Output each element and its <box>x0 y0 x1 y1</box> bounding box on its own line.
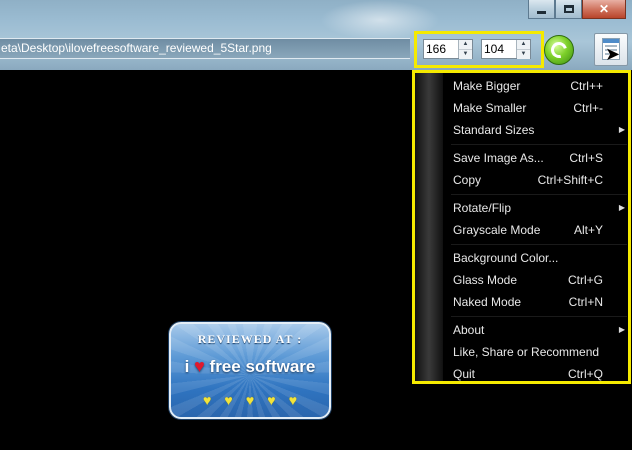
maximize-icon <box>563 5 574 13</box>
menu-separator <box>451 144 627 145</box>
page-header-strip <box>603 39 619 43</box>
menu-item-shortcut: Ctrl+N <box>568 295 603 309</box>
app-window: ✕ eta\Desktop\ilovefreesoftware_reviewed… <box>0 0 632 450</box>
menu-item-shortcut: Ctrl+S <box>569 151 603 165</box>
menu-item-label: Glass Mode <box>453 273 518 287</box>
menu-item-label: Save Image As... <box>453 151 544 165</box>
menu-item-make-bigger[interactable]: Make Bigger Ctrl++ <box>443 75 629 97</box>
menu-item-label: About <box>453 323 485 337</box>
badge-title: REVIEWED AT : <box>197 332 303 346</box>
menu-item-label: Copy <box>453 173 482 187</box>
menu-item-shortcut: Ctrl++ <box>570 79 603 93</box>
rating-heart-icon: ♥ <box>202 392 212 408</box>
menu-item-shortcut: Ctrl+Shift+C <box>537 173 603 187</box>
badge-rating: ♥ ♥ ♥ ♥ ♥ <box>171 392 329 410</box>
height-value[interactable]: 104 <box>482 40 516 58</box>
menu-item-glass-mode[interactable]: Glass Mode Ctrl+G <box>443 269 629 291</box>
width-stepper[interactable]: 166 ▲ ▼ <box>423 39 473 59</box>
badge-brand-suffix: free software <box>209 357 316 376</box>
width-up-arrow-icon[interactable]: ▲ <box>459 40 472 49</box>
menu-item-label: Like, Share or Recommend <box>453 345 600 359</box>
menu-item-rotate-flip[interactable]: Rotate/Flip ▶ <box>443 197 629 219</box>
width-down-arrow-icon[interactable]: ▼ <box>459 49 472 59</box>
refresh-icon <box>548 39 570 61</box>
menu-item-shortcut: Ctrl+- <box>573 101 603 115</box>
menu-item-about[interactable]: About ▶ <box>443 319 629 341</box>
file-path-bar[interactable]: eta\Desktop\ilovefreesoftware_reviewed_5… <box>0 38 410 59</box>
menu-item-label: Standard Sizes <box>453 123 535 137</box>
menu-item-grayscale-mode[interactable]: Grayscale Mode Alt+Y <box>443 219 629 241</box>
height-up-arrow-icon[interactable]: ▲ <box>517 40 530 49</box>
menu-separator <box>451 244 627 245</box>
height-stepper[interactable]: 104 ▲ ▼ <box>481 39 531 59</box>
menu-item-background-color[interactable]: Background Color... <box>443 247 629 269</box>
menu-item-quit[interactable]: Quit Ctrl+Q <box>443 363 629 385</box>
context-menu: Make Bigger Ctrl++ Make Smaller Ctrl+- S… <box>412 70 631 384</box>
menu-item-shortcut: Ctrl+Q <box>567 367 603 381</box>
width-value[interactable]: 166 <box>424 40 458 58</box>
menu-item-label: Naked Mode <box>453 295 522 309</box>
minimize-button[interactable] <box>528 0 555 19</box>
menu-item-make-smaller[interactable]: Make Smaller Ctrl+- <box>443 97 629 119</box>
menu-item-label: Background Color... <box>453 251 559 265</box>
badge-brand-prefix: i <box>184 357 190 376</box>
rating-heart-icon: ♥ <box>245 392 255 408</box>
menu-item-naked-mode[interactable]: Naked Mode Ctrl+N <box>443 291 629 313</box>
maximize-button[interactable] <box>555 0 582 19</box>
displayed-image-badge: REVIEWED AT : i ♥ free software ♥ ♥ ♥ ♥ … <box>169 322 331 419</box>
rating-heart-icon: ♥ <box>224 392 233 408</box>
menu-item-shortcut: Alt+Y <box>573 223 603 237</box>
menu-button[interactable]: ➤ <box>594 33 628 66</box>
heart-icon: ♥ <box>194 356 205 376</box>
menu-item-standard-sizes[interactable]: Standard Sizes ▶ <box>443 119 629 141</box>
close-button[interactable]: ✕ <box>582 0 626 19</box>
menu-item-label: Make Smaller <box>453 101 527 115</box>
minimize-icon <box>537 10 546 14</box>
mouse-cursor-icon: ➤ <box>605 44 621 64</box>
menu-item-copy[interactable]: Copy Ctrl+Shift+C <box>443 169 629 191</box>
caption-buttons: ✕ <box>528 0 626 19</box>
submenu-arrow-icon: ▶ <box>618 325 625 334</box>
menu-separator <box>451 194 627 195</box>
refresh-button[interactable] <box>544 35 574 65</box>
menu-item-like-share-recommend[interactable]: Like, Share or Recommend <box>443 341 629 363</box>
menu-item-label: Grayscale Mode <box>453 223 541 237</box>
submenu-arrow-icon: ▶ <box>618 203 625 212</box>
close-icon: ✕ <box>598 2 610 16</box>
menu-item-label: Make Bigger <box>453 79 521 93</box>
height-stepper-arrows[interactable]: ▲ ▼ <box>516 40 530 59</box>
submenu-arrow-icon: ▶ <box>618 125 625 134</box>
menu-separator <box>451 316 627 317</box>
rating-heart-icon: ♥ <box>267 392 276 408</box>
menu-icon-gutter <box>415 73 443 381</box>
menu-item-save-image-as[interactable]: Save Image As... Ctrl+S <box>443 147 629 169</box>
rating-heart-icon: ♥ <box>288 392 298 408</box>
badge-brand: i ♥ free software <box>171 356 329 377</box>
width-stepper-arrows[interactable]: ▲ ▼ <box>458 40 472 59</box>
size-controls-highlight: 166 ▲ ▼ 104 ▲ ▼ <box>414 31 544 68</box>
menu-item-shortcut: Ctrl+G <box>567 273 603 287</box>
menu-item-label: Quit <box>453 367 476 381</box>
menu-item-label: Rotate/Flip <box>453 201 512 215</box>
height-down-arrow-icon[interactable]: ▼ <box>517 49 530 59</box>
